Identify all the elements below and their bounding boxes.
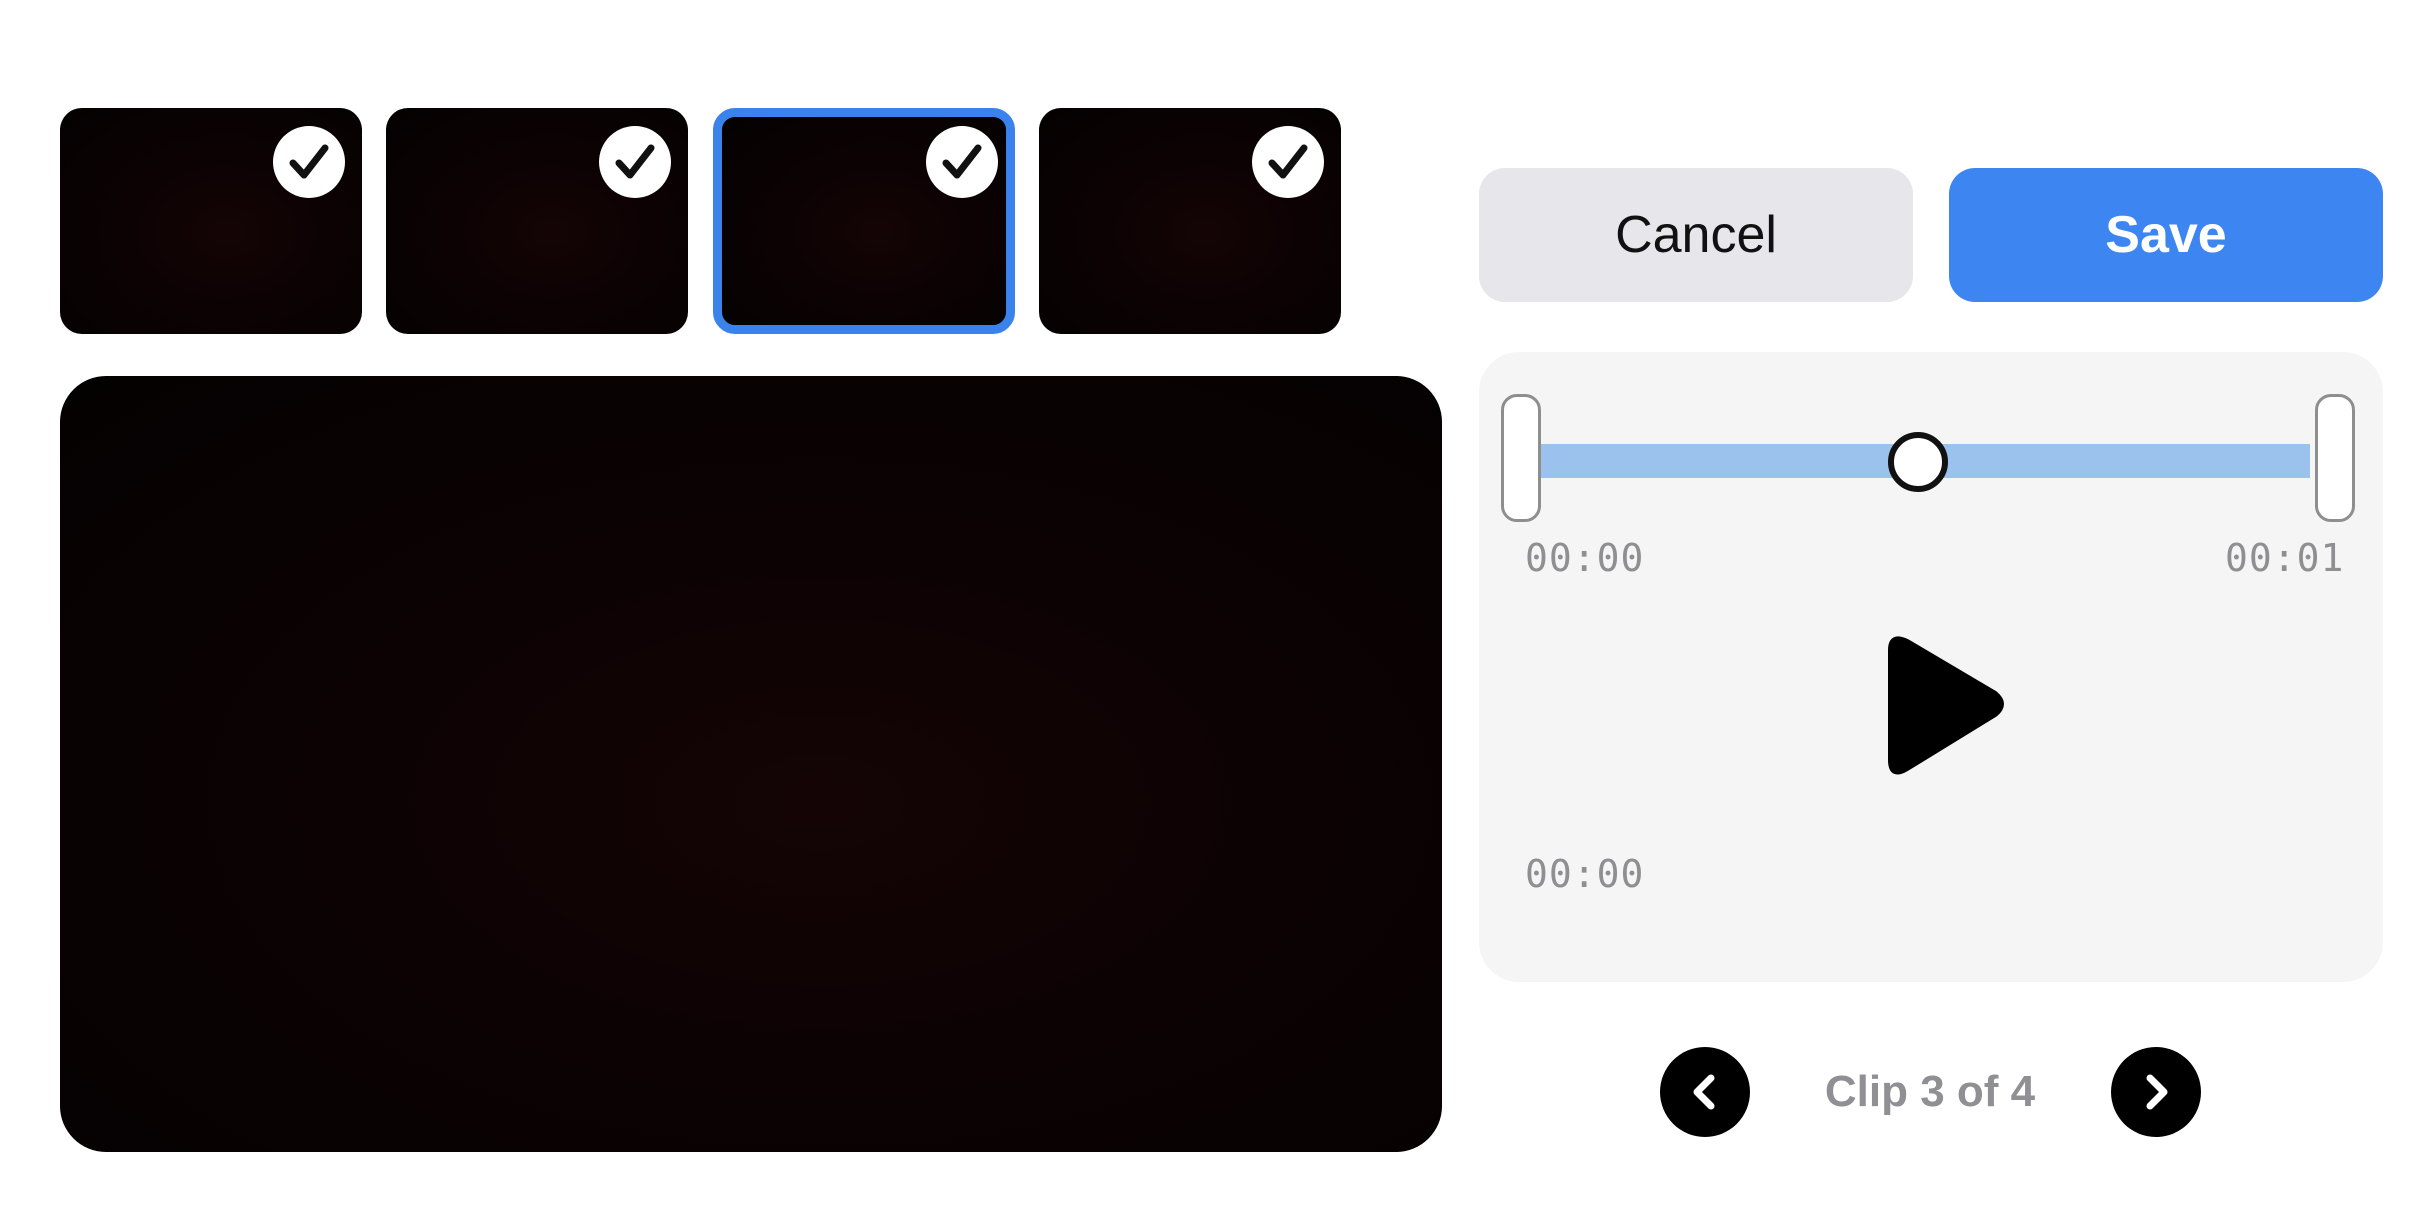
trim-start-handle[interactable] [1501, 394, 1541, 522]
clip-thumbnail-4[interactable] [1039, 108, 1341, 334]
chevron-left-icon [1693, 1074, 1715, 1110]
previous-clip-button[interactable] [1660, 1047, 1750, 1137]
current-time: 00:00 [1525, 852, 1645, 896]
video-preview[interactable] [60, 376, 1442, 1152]
clip-thumbnail-2[interactable] [386, 108, 688, 334]
checkmark-icon [599, 126, 671, 198]
cancel-button[interactable]: Cancel [1479, 168, 1913, 302]
clip-thumbnail-1[interactable] [60, 108, 362, 334]
clip-counter: Clip 3 of 4 [1824, 1067, 2036, 1116]
checkmark-icon [926, 126, 998, 198]
trim-start-time: 00:00 [1525, 536, 1645, 580]
trim-end-time: 00:01 [2225, 536, 2345, 580]
chevron-right-icon [2146, 1074, 2168, 1110]
clip-thumbnail-3-selected[interactable] [713, 108, 1015, 334]
player-panel: 00:00 00:01 00:00 [1479, 352, 2383, 982]
playhead-scrubber[interactable] [1887, 432, 1948, 492]
clip-thumbnail-strip [60, 108, 1341, 334]
next-clip-button[interactable] [2111, 1047, 2201, 1137]
save-button[interactable]: Save [1949, 168, 2383, 302]
checkmark-icon [273, 126, 345, 198]
trim-end-handle[interactable] [2315, 394, 2355, 522]
play-icon[interactable] [1863, 632, 2013, 802]
checkmark-icon [1252, 126, 1324, 198]
